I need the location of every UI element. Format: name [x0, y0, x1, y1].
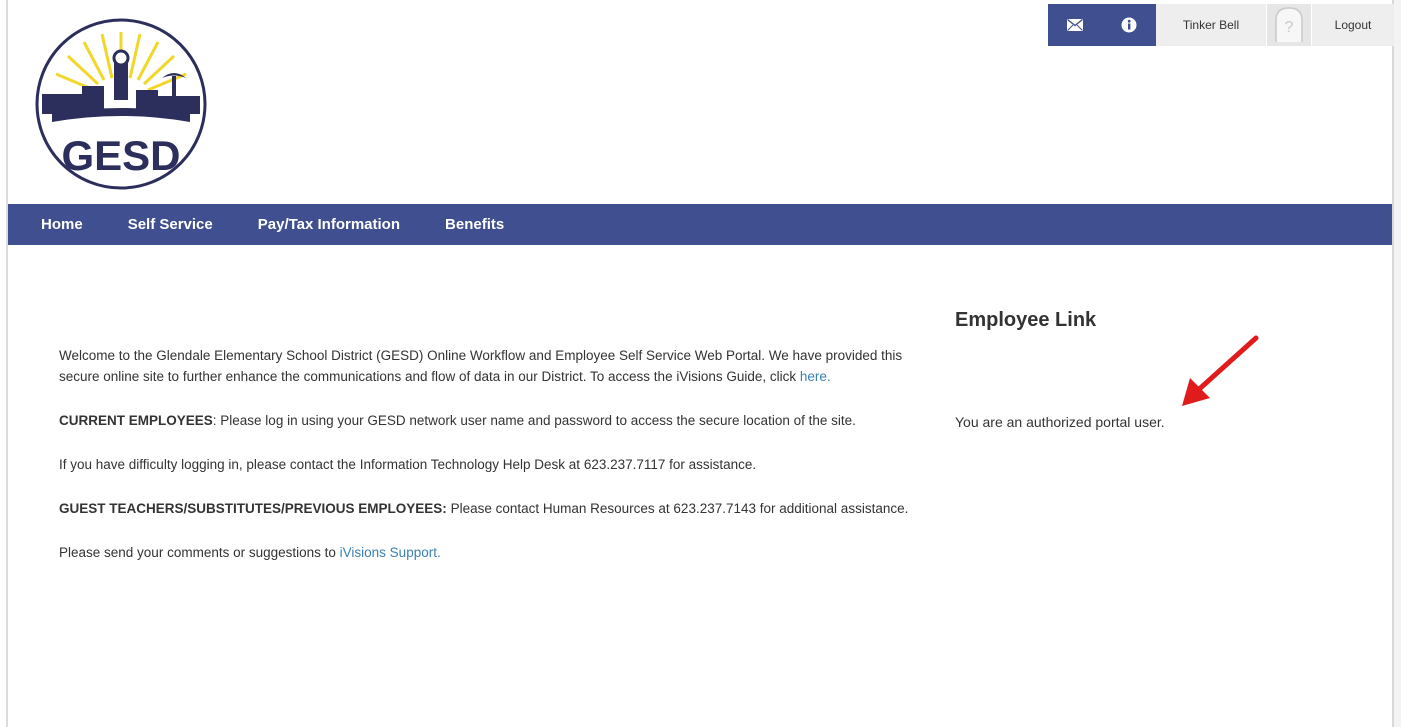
- mail-button[interactable]: [1048, 4, 1102, 46]
- logo-text: GESD: [61, 132, 180, 179]
- info-button[interactable]: [1102, 4, 1156, 46]
- nav-home[interactable]: Home: [41, 216, 83, 233]
- welcome-paragraph: Welcome to the Glendale Elementary Schoo…: [59, 345, 929, 387]
- info-icon: [1121, 17, 1137, 33]
- user-toolbar: Tinker Bell ? Logout: [1048, 4, 1394, 46]
- avatar-placeholder-icon: ?: [1275, 7, 1303, 42]
- mail-icon: [1067, 19, 1083, 31]
- current-employees-label: CURRENT EMPLOYEES: [59, 413, 213, 428]
- employee-link-title: Employee Link: [955, 309, 1097, 331]
- avatar[interactable]: ?: [1266, 4, 1312, 46]
- comments-paragraph: Please send your comments or suggestions…: [59, 542, 929, 563]
- nav-pay-tax-information[interactable]: Pay/Tax Information: [258, 216, 400, 233]
- authorized-message: You are an authorized portal user.: [955, 414, 1165, 430]
- nav-benefits[interactable]: Benefits: [445, 216, 504, 233]
- right-scrollbar[interactable]: [1392, 0, 1401, 727]
- user-name[interactable]: Tinker Bell: [1156, 4, 1266, 46]
- welcome-content: Welcome to the Glendale Elementary Schoo…: [59, 345, 929, 586]
- ivisions-support-link[interactable]: iVisions Support.: [340, 545, 441, 560]
- left-frame-border: [0, 0, 8, 727]
- red-arrow-annotation: [1182, 335, 1259, 406]
- main-nav: Home Self Service Pay/Tax Information Be…: [8, 204, 1392, 245]
- current-employees-text: : Please log in using your GESD network …: [212, 413, 856, 428]
- gesd-logo[interactable]: GESD: [32, 18, 210, 190]
- comments-text: Please send your comments or suggestions…: [59, 545, 340, 560]
- guest-paragraph: GUEST TEACHERS/SUBSTITUTES/PREVIOUS EMPL…: [59, 498, 929, 519]
- nav-self-service[interactable]: Self Service: [128, 216, 213, 233]
- logout-button[interactable]: Logout: [1312, 4, 1394, 46]
- welcome-text: Welcome to the Glendale Elementary Schoo…: [59, 348, 903, 384]
- difficulty-paragraph: If you have difficulty logging in, pleas…: [59, 457, 757, 472]
- ivisions-guide-link[interactable]: here.: [800, 369, 831, 384]
- current-employees-paragraph: CURRENT EMPLOYEES: Please log in using y…: [59, 410, 929, 431]
- svg-text:?: ?: [1285, 19, 1294, 36]
- guest-label: GUEST TEACHERS/SUBSTITUTES/PREVIOUS EMPL…: [59, 501, 447, 516]
- guest-text: Please contact Human Resources at 623.23…: [446, 501, 909, 516]
